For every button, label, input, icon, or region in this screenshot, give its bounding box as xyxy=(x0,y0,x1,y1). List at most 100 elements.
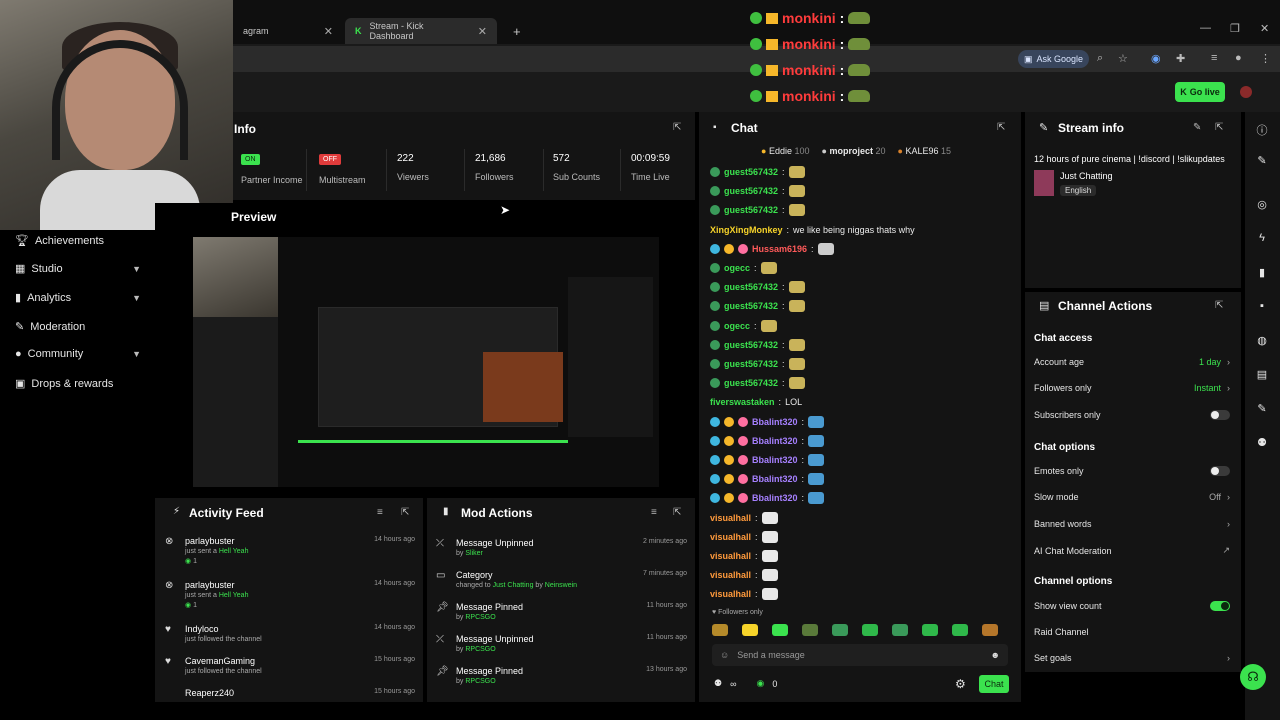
chat-username[interactable]: XingXingMonkey xyxy=(710,225,783,235)
chat-username[interactable]: guest567432 xyxy=(724,282,778,292)
chat-username[interactable]: guest567432 xyxy=(724,186,778,196)
emote-icon[interactable] xyxy=(832,624,848,636)
popout-icon[interactable]: ⇱ xyxy=(997,122,1005,133)
account-age-row[interactable]: Account age 1 day › xyxy=(1034,357,1230,367)
chat-username[interactable]: visualhall xyxy=(710,570,751,580)
show-view-count-toggle[interactable] xyxy=(1210,601,1230,611)
emotes-only-toggle[interactable] xyxy=(1210,466,1230,476)
emote-icon[interactable] xyxy=(802,624,818,636)
sidebar-item-achievements[interactable]: 🏆︎ Achievements xyxy=(15,234,141,248)
emote-icon[interactable] xyxy=(952,624,968,636)
filter-icon[interactable]: ≡ xyxy=(651,507,657,518)
stream-preview[interactable] xyxy=(193,237,659,487)
emoji-picker-icon[interactable]: ☻ xyxy=(991,650,1000,660)
chat-username[interactable]: visualhall xyxy=(710,513,751,523)
puzzle-icon[interactable]: ✚ xyxy=(1176,52,1185,65)
popout-icon[interactable]: ⇱ xyxy=(1215,122,1223,133)
chat-username[interactable]: guest567432 xyxy=(724,340,778,350)
close-icon[interactable]: ✕ xyxy=(478,25,487,38)
smile-icon[interactable]: ☺ xyxy=(720,650,729,660)
tab-instagram[interactable]: agram ✕ xyxy=(233,18,343,44)
chat-bubble-icon[interactable]: ▪ xyxy=(1255,300,1269,314)
chat-username[interactable]: guest567432 xyxy=(724,167,778,177)
reading-list-icon[interactable]: ≡ xyxy=(1211,52,1217,64)
edit-pencil-icon[interactable]: ✎ xyxy=(1193,122,1201,133)
chat-username[interactable]: ogecc xyxy=(724,321,750,331)
close-window-icon[interactable]: ✕ xyxy=(1260,22,1269,35)
sidebar-item-studio[interactable]: ▦ Studio ▼ xyxy=(15,262,141,276)
chat-username[interactable]: Bbalint320 xyxy=(752,417,798,427)
chat-username[interactable]: Bbalint320 xyxy=(752,474,798,484)
bookmark-star-icon[interactable]: ☆ xyxy=(1118,52,1128,65)
chat-username[interactable]: guest567432 xyxy=(724,301,778,311)
subscribers-only-toggle[interactable] xyxy=(1210,410,1230,420)
emote-icon[interactable] xyxy=(742,624,758,636)
popout-icon[interactable]: ⇱ xyxy=(673,122,681,133)
restore-icon[interactable]: ❐ xyxy=(1230,22,1240,35)
raid-channel-row[interactable]: Raid Channel xyxy=(1034,627,1230,637)
slow-mode-row[interactable]: Slow mode Off › xyxy=(1034,492,1230,502)
info-icon[interactable]: ⓘ xyxy=(1255,122,1269,137)
wrench-icon[interactable]: ✎ xyxy=(1255,402,1269,416)
chat-username[interactable]: guest567432 xyxy=(724,378,778,388)
go-live-button[interactable]: K Go live xyxy=(1175,82,1225,102)
banned-words-row[interactable]: Banned words › xyxy=(1034,519,1230,529)
viewers-icon[interactable]: ⚉ xyxy=(714,678,722,689)
mod-actor[interactable]: Neinswein xyxy=(545,582,577,589)
mod-actor[interactable]: RPCSGO xyxy=(465,678,495,685)
pencil-icon[interactable]: ✎ xyxy=(1255,154,1269,168)
chat-username[interactable]: visualhall xyxy=(710,532,751,542)
bolt-icon[interactable]: ϟ xyxy=(1255,232,1269,246)
emote-icon[interactable] xyxy=(862,624,878,636)
mod-actor[interactable]: RPCSGO xyxy=(465,614,495,621)
tab-kick-dashboard[interactable]: K Stream - Kick Dashboard ✕ xyxy=(345,18,497,44)
chat-username[interactable]: guest567432 xyxy=(724,205,778,215)
avatar[interactable] xyxy=(1240,86,1252,98)
sidebar-item-analytics[interactable]: ▮ Analytics ▼ xyxy=(15,291,141,305)
ask-google-button[interactable]: ▣ Ask Google xyxy=(1018,50,1090,68)
chat-username[interactable]: Bbalint320 xyxy=(752,455,798,465)
help-button[interactable]: ☊ xyxy=(1240,664,1266,690)
chat-username[interactable]: Bbalint320 xyxy=(752,436,798,446)
infinity-icon[interactable]: ∞ xyxy=(730,679,736,689)
emote-icon[interactable] xyxy=(982,624,998,636)
mod-actor[interactable]: RPCSGO xyxy=(465,646,495,653)
set-goals-row[interactable]: Set goals › xyxy=(1034,653,1230,663)
extension-icon[interactable]: ◉ xyxy=(1151,52,1161,65)
chat-input[interactable]: ☺ Send a message ☻ xyxy=(712,644,1008,666)
clipboard-icon[interactable]: ▮ xyxy=(1255,266,1269,280)
broadcast-icon[interactable]: ◍ xyxy=(1255,334,1269,348)
sidebar-item-community[interactable]: ● Community ▼ xyxy=(15,348,141,360)
filter-icon[interactable]: ≡ xyxy=(377,507,383,518)
chat-username[interactable]: ogecc xyxy=(724,263,750,273)
chat-send-button[interactable]: Chat xyxy=(979,675,1009,693)
chat-username[interactable]: guest567432 xyxy=(724,359,778,369)
chat-username[interactable]: visualhall xyxy=(710,551,751,561)
menu-kebab-icon[interactable]: ⋮ xyxy=(1260,52,1271,65)
minimize-icon[interactable]: — xyxy=(1200,22,1211,34)
emote-icon[interactable] xyxy=(712,624,728,636)
chat-username[interactable]: Bbalint320 xyxy=(752,493,798,503)
chat-username[interactable]: fiverswastaken xyxy=(710,397,775,407)
ai-moderation-row[interactable]: AI Chat Moderation ↗ xyxy=(1034,545,1230,556)
new-tab-button[interactable]: + xyxy=(503,18,531,44)
sidebar-item-moderation[interactable]: ✎ Moderation xyxy=(15,320,141,334)
popout-icon[interactable]: ⇱ xyxy=(1215,300,1223,311)
mod-actor[interactable]: Sliker xyxy=(465,550,483,557)
zoom-icon[interactable]: ⌕ xyxy=(1097,52,1103,65)
chat-username[interactable]: visualhall xyxy=(710,589,751,599)
followers-only-row[interactable]: Followers only Instant › xyxy=(1034,383,1230,393)
gear-icon[interactable]: ⚙ xyxy=(955,677,966,691)
chat-username[interactable]: Hussam6196 xyxy=(752,244,807,254)
list-icon[interactable]: ▤ xyxy=(1255,368,1269,382)
target-icon[interactable]: ◎ xyxy=(1255,198,1269,212)
emote-icon[interactable] xyxy=(892,624,908,636)
emote-icon[interactable] xyxy=(772,624,788,636)
close-icon[interactable]: ✕ xyxy=(324,25,333,38)
emote-icon[interactable] xyxy=(922,624,938,636)
sidebar-item-drops-rewards[interactable]: ▣ Drops & rewards xyxy=(15,377,141,391)
people-icon[interactable]: ⚉ xyxy=(1255,436,1269,450)
popout-icon[interactable]: ⇱ xyxy=(401,507,409,518)
popout-icon[interactable]: ⇱ xyxy=(673,507,681,518)
profile-icon[interactable]: ● xyxy=(1235,52,1242,64)
